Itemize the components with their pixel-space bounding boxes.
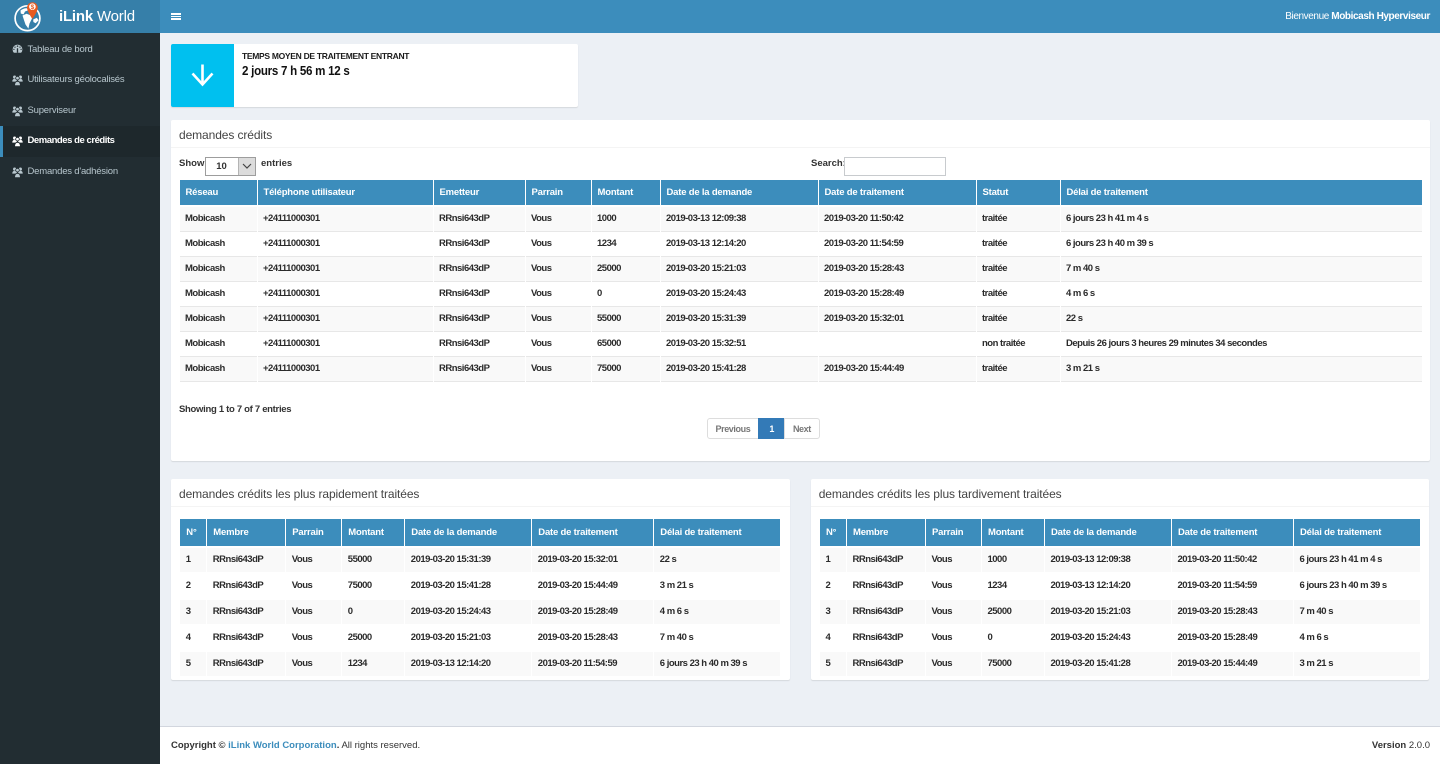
svg-text:$: $ bbox=[31, 4, 35, 11]
